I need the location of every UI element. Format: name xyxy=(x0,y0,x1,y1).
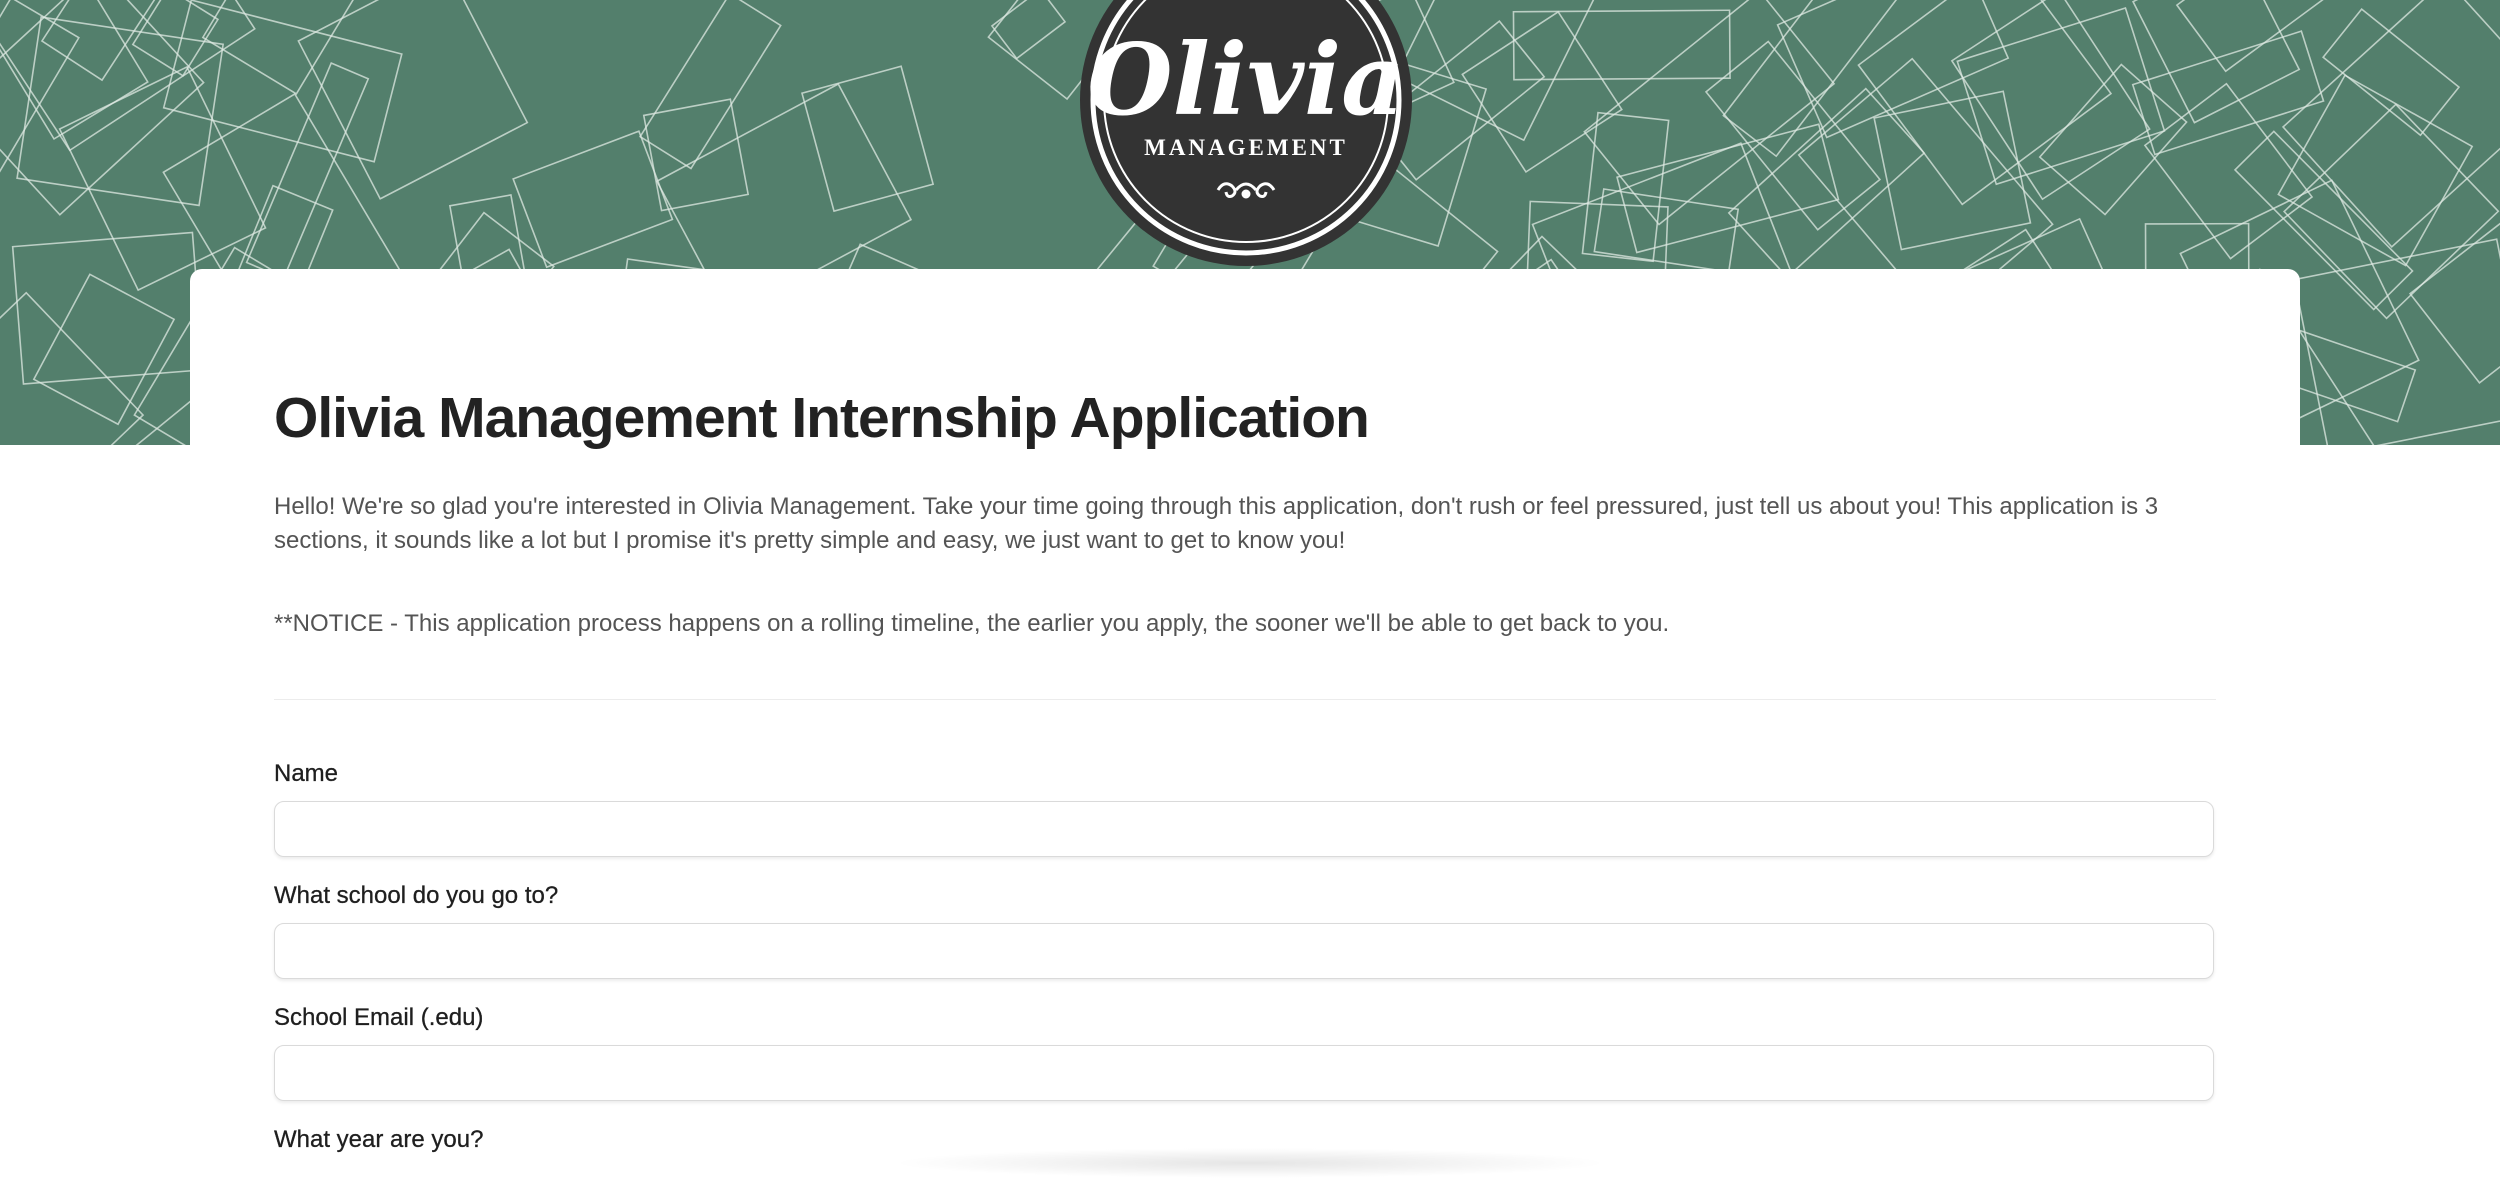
pattern-shape xyxy=(2132,0,2301,124)
form-title: Olivia Management Internship Application xyxy=(274,386,1370,450)
pattern-shape xyxy=(1950,0,2151,201)
floating-shadow xyxy=(890,1148,1610,1178)
divider xyxy=(274,699,2216,700)
pattern-shape xyxy=(1776,0,2010,139)
pattern-shape xyxy=(1727,87,1926,279)
school-input[interactable] xyxy=(274,923,2214,979)
olivia-logo: Olivia MANAGEMENT xyxy=(1078,0,1414,268)
pattern-shape xyxy=(2293,238,2500,445)
pattern-shape xyxy=(0,291,145,445)
name-input[interactable] xyxy=(274,801,2214,857)
pattern-shape xyxy=(2282,103,2500,320)
school-label: What school do you go to? xyxy=(274,882,559,909)
pattern-shape xyxy=(0,0,149,141)
name-label: Name xyxy=(274,760,339,787)
pattern-shape xyxy=(2143,82,2314,260)
pattern-shape xyxy=(2131,30,2325,156)
pattern-shape xyxy=(2281,0,2500,248)
year-label: What year are you? xyxy=(274,1126,484,1153)
pattern-shape xyxy=(32,273,176,426)
pattern-shape xyxy=(2175,0,2337,73)
pattern-shape xyxy=(1583,0,1836,226)
pattern-shape xyxy=(642,98,750,212)
form-intro: Hello! We're so glad you're interested i… xyxy=(274,493,2159,554)
pattern-shape xyxy=(1581,111,1670,263)
pattern-shape xyxy=(58,65,267,292)
form-notice: **NOTICE - This application process happ… xyxy=(274,610,1670,637)
pattern-shape xyxy=(162,0,403,163)
pattern-shape xyxy=(512,130,674,269)
pattern-shape xyxy=(990,0,1067,60)
logo-wordmark: Olivia xyxy=(1087,23,1405,138)
pattern-shape xyxy=(1722,0,1903,158)
pattern-shape xyxy=(245,62,370,280)
pattern-shape xyxy=(2038,63,2188,216)
pattern-shape xyxy=(40,0,181,82)
pattern-shape xyxy=(1857,0,2113,206)
logo-subtitle: MANAGEMENT xyxy=(1144,135,1348,160)
school-email-input[interactable] xyxy=(274,1045,2214,1101)
school-email-label: School Email (.edu) xyxy=(274,1004,484,1031)
pattern-shape xyxy=(1956,6,2166,186)
pattern-shape xyxy=(0,0,205,216)
pattern-shape xyxy=(297,0,529,200)
pattern-shape xyxy=(639,0,782,170)
